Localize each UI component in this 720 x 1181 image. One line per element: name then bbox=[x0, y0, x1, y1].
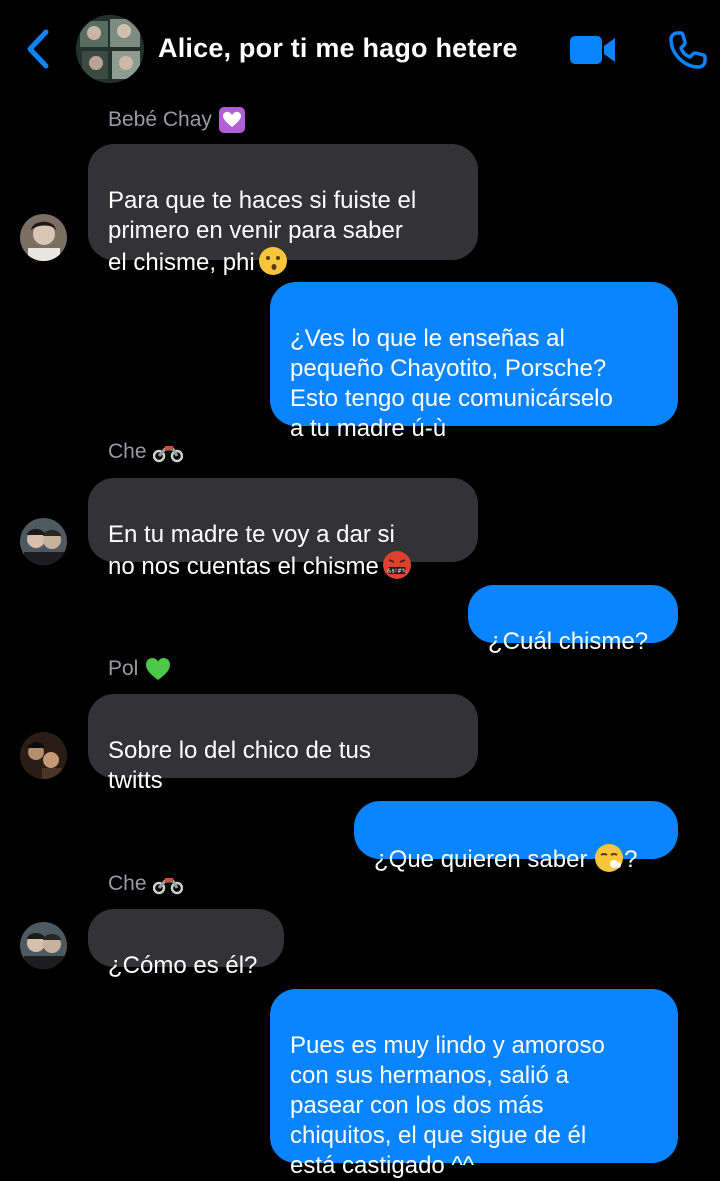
message-bubble-incoming[interactable]: Sobre lo del chico de tus twitts bbox=[88, 694, 478, 794]
phone-icon bbox=[669, 31, 707, 69]
avatar[interactable] bbox=[20, 732, 67, 779]
chat-title[interactable]: Alice, por ti me hago hetere bbox=[158, 33, 518, 64]
sender-name: Che bbox=[108, 440, 183, 464]
message-bubble-outgoing[interactable]: ¿Cuál chisme? bbox=[468, 585, 678, 655]
back-button[interactable] bbox=[22, 28, 56, 70]
video-call-button[interactable] bbox=[568, 33, 618, 67]
sender-name: Bebé Chay bbox=[108, 106, 246, 134]
chevron-left-icon bbox=[27, 29, 49, 69]
kissing-face-icon bbox=[258, 246, 288, 276]
video-camera-icon bbox=[570, 36, 615, 64]
sender-name: Che bbox=[108, 872, 183, 896]
voice-call-button[interactable] bbox=[668, 30, 708, 70]
message-bubble-outgoing[interactable]: ¿Ves lo que le enseñas al pequeño Chayot… bbox=[270, 282, 678, 442]
svg-text:&$!#%: &$!#% bbox=[387, 569, 407, 575]
group-avatar[interactable] bbox=[76, 15, 144, 83]
message-bubble-incoming[interactable]: ¿Cómo es él? bbox=[88, 909, 284, 979]
message-bubble-outgoing[interactable]: Pues es muy lindo y amoroso con sus herm… bbox=[270, 989, 678, 1179]
motorcycle-icon bbox=[152, 873, 183, 895]
chat-header: Alice, por ti me hago hetere bbox=[0, 0, 720, 100]
avatar[interactable] bbox=[20, 214, 67, 261]
message-bubble-incoming[interactable]: Para que te haces si fuiste el primero e… bbox=[88, 144, 478, 276]
green-heart-icon bbox=[144, 656, 172, 682]
purple-heart-box-icon bbox=[218, 106, 246, 134]
face-exhaling-icon bbox=[594, 843, 624, 873]
avatar[interactable] bbox=[20, 518, 67, 565]
cursing-face-icon: &$!#% bbox=[382, 550, 412, 580]
message-bubble-outgoing[interactable]: ¿Que quieren saber ? bbox=[354, 801, 678, 873]
message-bubble-incoming[interactable]: En tu madre te voy a dar si no nos cuent… bbox=[88, 478, 478, 580]
motorcycle-icon bbox=[152, 441, 183, 463]
avatar[interactable] bbox=[20, 922, 67, 969]
sender-name: Pol bbox=[108, 656, 172, 682]
